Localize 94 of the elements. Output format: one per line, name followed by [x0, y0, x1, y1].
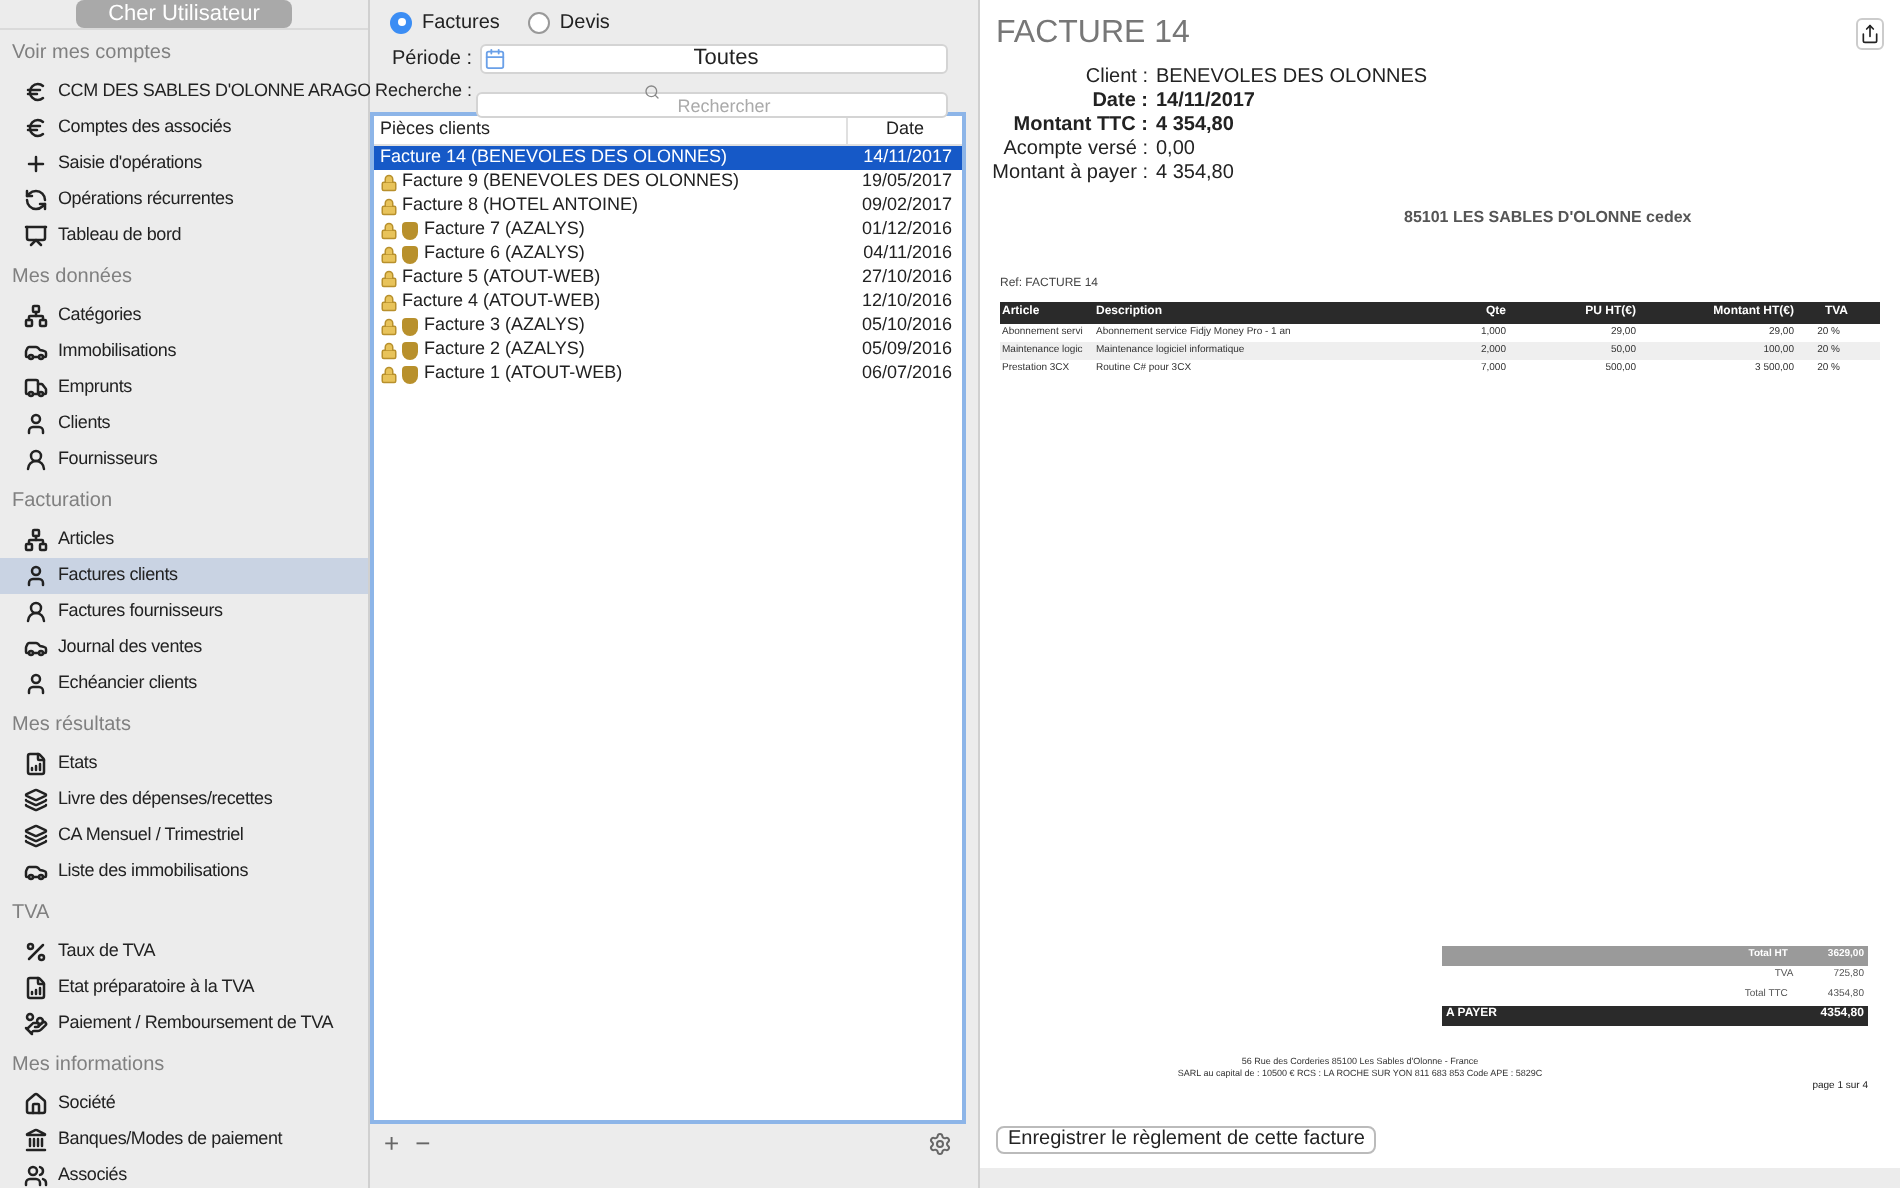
list-row[interactable]: Facture 7 (AZALYS) 01/12/2016	[374, 218, 962, 242]
sidebar-item[interactable]: Paiement / Remboursement de TVA	[0, 1006, 368, 1042]
sidebar-item[interactable]: Immobilisations	[0, 334, 368, 370]
sidebar-item[interactable]: Echéancier clients	[0, 666, 368, 702]
list-row[interactable]: Facture 9 (BENEVOLES DES OLONNES) 19/05/2017	[374, 170, 962, 194]
sidebar-item[interactable]: Journal des ventes	[0, 630, 368, 666]
report-icon	[24, 976, 48, 1000]
search-icon	[644, 84, 660, 100]
add-button[interactable]: +	[384, 1124, 400, 1164]
pay-button[interactable]: Enregistrer le règlement de cette facture	[996, 1126, 1377, 1154]
field-label: Montant à payer :	[990, 159, 1148, 187]
euro-icon	[24, 80, 48, 104]
list-row[interactable]: Facture 1 (ATOUT-WEB) 06/07/2016	[374, 362, 962, 386]
hierarchy-icon	[24, 528, 48, 552]
field-label: Client :	[1083, 63, 1148, 91]
invoice-address: 85101 LES SABLES D'OLONNE cedex	[1404, 206, 1694, 230]
field-label: Acompte versé :	[1001, 135, 1148, 163]
list-row[interactable]: Facture 5 (ATOUT-WEB) 27/10/2016	[374, 266, 962, 290]
sidebar-item[interactable]: Fournisseurs	[0, 442, 368, 478]
field-value: 4 354,80	[1156, 111, 1234, 139]
sidebar-item[interactable]: Société	[0, 1086, 368, 1122]
invoice-title: FACTURE 14	[996, 14, 1192, 54]
person-icon	[24, 600, 48, 624]
stack-icon	[24, 788, 48, 812]
car-icon	[24, 860, 48, 884]
period-field[interactable]: Toutes	[480, 43, 948, 73]
truck-icon	[24, 376, 48, 400]
field-label: Montant TTC :	[1011, 111, 1148, 139]
field-value: 14/11/2017	[1156, 87, 1255, 115]
list-row[interactable]: Facture 3 (AZALYS) 05/10/2016	[374, 314, 962, 338]
hand-coins-icon	[24, 1012, 48, 1036]
share-button[interactable]	[1856, 18, 1884, 50]
sidebar-item[interactable]: Factures fournisseurs	[0, 594, 368, 630]
column-header[interactable]: Pièces clients	[374, 116, 846, 144]
stack-icon	[24, 824, 48, 848]
person-icon	[24, 412, 48, 436]
sidebar-item[interactable]: Livre des dépenses/recettes	[0, 782, 368, 818]
person-icon	[24, 672, 48, 696]
chart-board-icon	[24, 224, 48, 248]
radio-option[interactable]: Factures	[390, 7, 500, 37]
section-title: Mes données	[10, 264, 135, 292]
sidebar-item[interactable]: Etats	[0, 746, 368, 782]
list-row[interactable]: Facture 2 (AZALYS) 05/09/2016	[374, 338, 962, 362]
percent-icon	[24, 940, 48, 964]
radio-option[interactable]: Devis	[527, 7, 610, 37]
sidebar-item[interactable]: Comptes des associés	[0, 110, 368, 146]
sidebar-item[interactable]: Catégories	[0, 298, 368, 334]
section-title: Mes résultats	[10, 712, 133, 740]
sidebar-item[interactable]: Clients	[0, 406, 368, 442]
plus-icon	[24, 152, 48, 176]
remove-button[interactable]: −	[415, 1124, 431, 1164]
field-value: 4 354,80	[1156, 159, 1234, 187]
house-icon	[24, 1092, 48, 1116]
sidebar-item[interactable]: Factures clients	[0, 558, 368, 594]
field-label: Date :	[1090, 87, 1148, 115]
report-icon	[24, 752, 48, 776]
share-icon	[1860, 24, 1880, 44]
settings-icon[interactable]	[928, 1132, 952, 1156]
list-row[interactable]: Facture 14 (BENEVOLES DES OLONNES) 14/11/2017	[374, 146, 962, 170]
section-title: Voir mes comptes	[10, 40, 173, 68]
hierarchy-icon	[24, 304, 48, 328]
car-icon	[24, 636, 48, 660]
sidebar-item[interactable]: Liste des immobilisations	[0, 854, 368, 890]
search-field[interactable]: Rechercher	[476, 92, 948, 118]
sidebar-item[interactable]: Etat préparatoire à la TVA	[0, 970, 368, 1006]
sidebar-item[interactable]: CCM DES SABLES D'OLONNE ARAGO	[0, 74, 368, 110]
section-title: Facturation	[10, 488, 115, 516]
section-title: Mes informations	[10, 1052, 167, 1080]
cycle-icon	[24, 188, 48, 212]
field-label: Recherche :	[372, 78, 474, 105]
sidebar-item[interactable]: Opérations récurrentes	[0, 182, 368, 218]
sidebar-item[interactable]: Emprunts	[0, 370, 368, 406]
bank-icon	[24, 1128, 48, 1152]
column-header[interactable]: Date	[846, 116, 962, 144]
person-icon	[24, 564, 48, 588]
sidebar-item[interactable]: Associés	[0, 1158, 368, 1188]
person-icon	[24, 448, 48, 472]
field-label: Période :	[389, 45, 474, 73]
field-value: BENEVOLES DES OLONNES	[1156, 63, 1428, 91]
people-icon	[24, 1164, 48, 1188]
list-row[interactable]: Facture 6 (AZALYS) 04/11/2016	[374, 242, 962, 266]
sidebar-item[interactable]: Taux de TVA	[0, 934, 368, 970]
calendar-icon	[484, 47, 506, 69]
sidebar-item[interactable]: Tableau de bord	[0, 218, 368, 254]
car-icon	[24, 340, 48, 364]
list-row[interactable]: Facture 8 (HOTEL ANTOINE) 09/02/2017	[374, 194, 962, 218]
field-value: 0,00	[1156, 135, 1195, 163]
sidebar-item[interactable]: Articles	[0, 522, 368, 558]
sidebar-item[interactable]: CA Mensuel / Trimestriel	[0, 818, 368, 854]
section-title: TVA	[10, 900, 52, 928]
list-row[interactable]: Facture 4 (ATOUT-WEB) 12/10/2016	[374, 290, 962, 314]
euro-icon	[24, 116, 48, 140]
sidebar-item[interactable]: Saisie d'opérations	[0, 146, 368, 182]
sidebar-item[interactable]: Banques/Modes de paiement	[0, 1122, 368, 1158]
